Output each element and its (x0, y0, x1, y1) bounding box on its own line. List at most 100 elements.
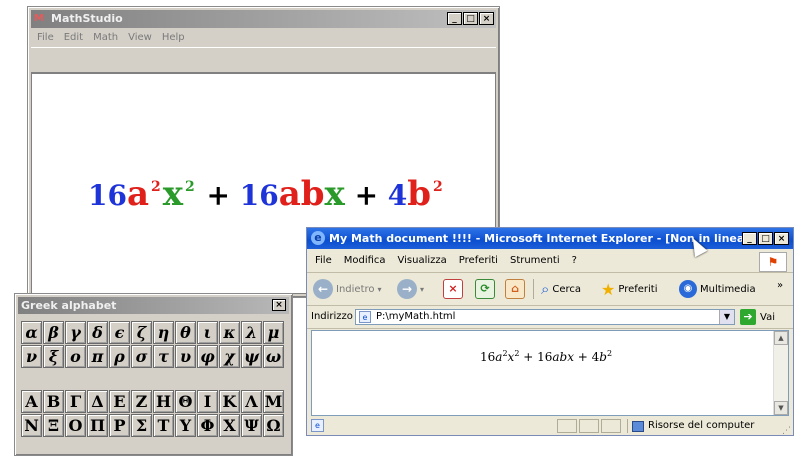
greek-letter-button[interactable]: γ (65, 321, 86, 344)
greek-letter-button[interactable]: ζ (131, 321, 152, 344)
go-button[interactable]: ➔ Vai (740, 309, 775, 325)
maximize-button[interactable]: □ (463, 12, 478, 25)
address-input[interactable]: e P:\myMath.html ▼ (355, 309, 735, 325)
greek-letter-button[interactable]: Λ (241, 390, 262, 413)
greek-letter-button[interactable]: M (263, 390, 284, 413)
greek-letter-button[interactable]: Ψ (241, 414, 262, 437)
greek-letter-button[interactable]: A (21, 390, 42, 413)
greek-lowercase-grid: αβγδϵζηθικλμ νξοπρστυφχψω (21, 321, 284, 368)
address-value: P:\myMath.html (376, 311, 456, 322)
formula-plus-1: + (206, 179, 230, 212)
formula-exp-b: 2 (433, 179, 443, 195)
greek-letter-button[interactable]: ω (263, 345, 284, 368)
greek-letter-button[interactable]: ψ (241, 345, 262, 368)
greek-letter-button[interactable]: Π (87, 414, 108, 437)
ie-menu-preferiti[interactable]: Preferiti (459, 250, 498, 272)
greek-letter-button[interactable]: Ω (263, 414, 284, 437)
greek-letter-button[interactable]: υ (175, 345, 196, 368)
greek-letter-button[interactable]: Ξ (43, 414, 64, 437)
search-button[interactable]: ⌕ Cerca (541, 278, 581, 300)
greek-letter-button[interactable]: τ (153, 345, 174, 368)
page-icon: e (359, 311, 371, 323)
ie-title-bar[interactable]: e My Math document !!!! - Microsoft Inte… (307, 228, 793, 249)
greek-title-bar[interactable]: Greek alphabet × (18, 297, 289, 314)
greek-letter-button[interactable]: T (153, 414, 174, 437)
greek-letter-button[interactable]: κ (219, 321, 240, 344)
greek-letter-button[interactable]: σ (131, 345, 152, 368)
greek-letter-button[interactable]: E (109, 390, 130, 413)
greek-letter-button[interactable]: μ (263, 321, 284, 344)
greek-letter-button[interactable]: H (153, 390, 174, 413)
close-button[interactable]: × (479, 12, 494, 25)
refresh-button[interactable]: ⟳ (475, 278, 495, 300)
back-button[interactable]: ← Indietro ▾ (313, 278, 382, 300)
formula-coef-2: 16 (239, 179, 279, 212)
menu-view[interactable]: View (128, 29, 152, 47)
ie-menu-modifica[interactable]: Modifica (344, 250, 386, 272)
greek-letter-button[interactable]: P (109, 414, 130, 437)
greek-letter-button[interactable]: Σ (131, 414, 152, 437)
ie-close-button[interactable]: × (774, 232, 789, 245)
greek-letter-button[interactable]: N (21, 414, 42, 437)
greek-letter-button[interactable]: η (153, 321, 174, 344)
resize-grip-icon[interactable]: ⋰ (782, 421, 791, 441)
greek-letter-button[interactable]: ο (65, 345, 86, 368)
greek-letter-button[interactable]: O (65, 414, 86, 437)
greek-letter-button[interactable]: Δ (87, 390, 108, 413)
greek-letter-button[interactable]: K (219, 390, 240, 413)
menu-edit[interactable]: Edit (64, 29, 83, 47)
stop-icon: × (443, 279, 463, 299)
ie-menu-file[interactable]: File (315, 250, 332, 272)
address-bar: Indirizzo e P:\myMath.html ▼ ➔ Vai (307, 306, 793, 329)
greek-letter-button[interactable]: ξ (43, 345, 64, 368)
ie-content-area[interactable]: 16a2x2 + 16abx + 4b2 ▲ ▼ (311, 330, 789, 416)
greek-letter-button[interactable]: Z (131, 390, 152, 413)
ie-menu-help[interactable]: ? (572, 250, 577, 272)
greek-letter-button[interactable]: Υ (175, 414, 196, 437)
formula-var-a2: a (278, 174, 301, 214)
greek-letter-button[interactable]: δ (87, 321, 108, 344)
stop-button[interactable]: × (443, 278, 463, 300)
formula-exp-x: 2 (185, 179, 195, 195)
back-label: Indietro (336, 283, 375, 295)
greek-letter-button[interactable]: λ (241, 321, 262, 344)
scroll-down-icon[interactable]: ▼ (774, 401, 788, 415)
vertical-scrollbar[interactable]: ▲ ▼ (773, 331, 788, 415)
ie-menu-strumenti[interactable]: Strumenti (510, 250, 560, 272)
greek-letter-button[interactable]: I (197, 390, 218, 413)
greek-letter-button[interactable]: φ (197, 345, 218, 368)
menu-math[interactable]: Math (93, 29, 118, 47)
greek-letter-button[interactable]: ϵ (109, 321, 130, 344)
greek-letter-button[interactable]: ν (21, 345, 42, 368)
favorites-button[interactable]: ★ Preferiti (601, 278, 658, 300)
ie-maximize-button[interactable]: □ (758, 232, 773, 245)
greek-letter-button[interactable]: β (43, 321, 64, 344)
address-dropdown-icon[interactable]: ▼ (719, 310, 734, 324)
ie-minimize-button[interactable]: _ (742, 232, 757, 245)
greek-letter-button[interactable]: π (87, 345, 108, 368)
mathstudio-title-bar[interactable]: M MathStudio _ □ × (31, 10, 496, 28)
greek-letter-button[interactable]: X (219, 414, 240, 437)
ie-menu-visualizza[interactable]: Visualizza (398, 250, 447, 272)
greek-letter-button[interactable]: Γ (65, 390, 86, 413)
toolbar-more-button[interactable]: » (777, 274, 783, 296)
greek-letter-button[interactable]: α (21, 321, 42, 344)
greek-close-button[interactable]: × (272, 299, 286, 311)
greek-letter-button[interactable]: θ (175, 321, 196, 344)
menu-file[interactable]: File (37, 29, 54, 47)
go-arrow-icon: ➔ (740, 309, 756, 325)
greek-letter-button[interactable]: Θ (175, 390, 196, 413)
scroll-up-icon[interactable]: ▲ (774, 331, 788, 345)
greek-letter-button[interactable]: Φ (197, 414, 218, 437)
ie-formula-term-2: + 16 (519, 350, 553, 364)
greek-letter-button[interactable]: ι (197, 321, 218, 344)
greek-letter-button[interactable]: B (43, 390, 64, 413)
status-panes (557, 419, 621, 433)
home-button[interactable]: ⌂ (505, 278, 525, 300)
greek-letter-button[interactable]: ρ (109, 345, 130, 368)
greek-letter-button[interactable]: χ (219, 345, 240, 368)
menu-help[interactable]: Help (162, 29, 185, 47)
forward-button[interactable]: → ▾ (397, 278, 424, 300)
media-button[interactable]: ◉ Multimedia (679, 278, 756, 300)
minimize-button[interactable]: _ (447, 12, 462, 25)
